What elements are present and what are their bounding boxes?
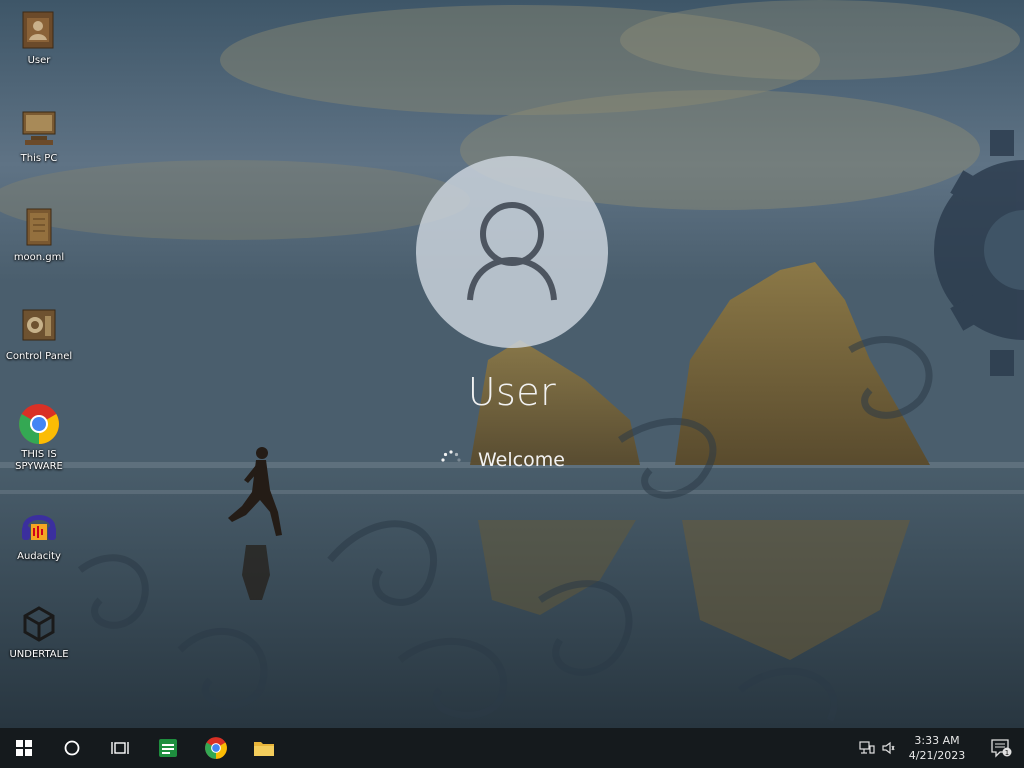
notification-badge: 1 [1005, 749, 1009, 757]
sheets-icon [159, 739, 177, 757]
start-button[interactable] [0, 728, 48, 768]
welcome-text: Welcome [478, 449, 565, 471]
file-explorer-icon [254, 742, 274, 756]
volume-icon [882, 741, 895, 755]
volume-button[interactable] [878, 728, 900, 768]
notification-icon: 1 [991, 739, 1012, 758]
network-icon [859, 741, 875, 754]
clock-time: 3:33 AM [914, 734, 960, 747]
taskbar-clock[interactable]: 3:33 AM 4/21/2023 [900, 728, 974, 768]
cortana-search-button[interactable] [48, 728, 96, 768]
task-view-button[interactable] [96, 728, 144, 768]
system-tray: 3:33 AM 4/21/2023 1 [856, 728, 1024, 768]
clock-date: 4/21/2023 [908, 749, 966, 762]
cortana-search-icon [64, 740, 80, 756]
loading-spinner-icon [441, 450, 461, 462]
action-center-button[interactable]: 1 [978, 728, 1024, 768]
network-button[interactable] [856, 728, 878, 768]
taskbar: 3:33 AM 4/21/2023 1 [0, 728, 1024, 768]
task-view-icon [111, 742, 129, 754]
desktop: User This PC moon.gml Control Panel THIS… [0, 0, 1024, 768]
login-screen: User Welcome [0, 0, 1024, 728]
login-username: User [467, 370, 557, 414]
taskbar-app-sheets[interactable] [144, 728, 192, 768]
user-avatar [416, 156, 608, 348]
windows-start-icon [16, 740, 32, 756]
taskbar-app-chrome[interactable] [192, 728, 240, 768]
user-avatar-icon [467, 202, 557, 301]
login-status: Welcome [440, 446, 565, 474]
taskbar-app-file-explorer[interactable] [240, 728, 288, 768]
chrome-icon [205, 737, 227, 759]
